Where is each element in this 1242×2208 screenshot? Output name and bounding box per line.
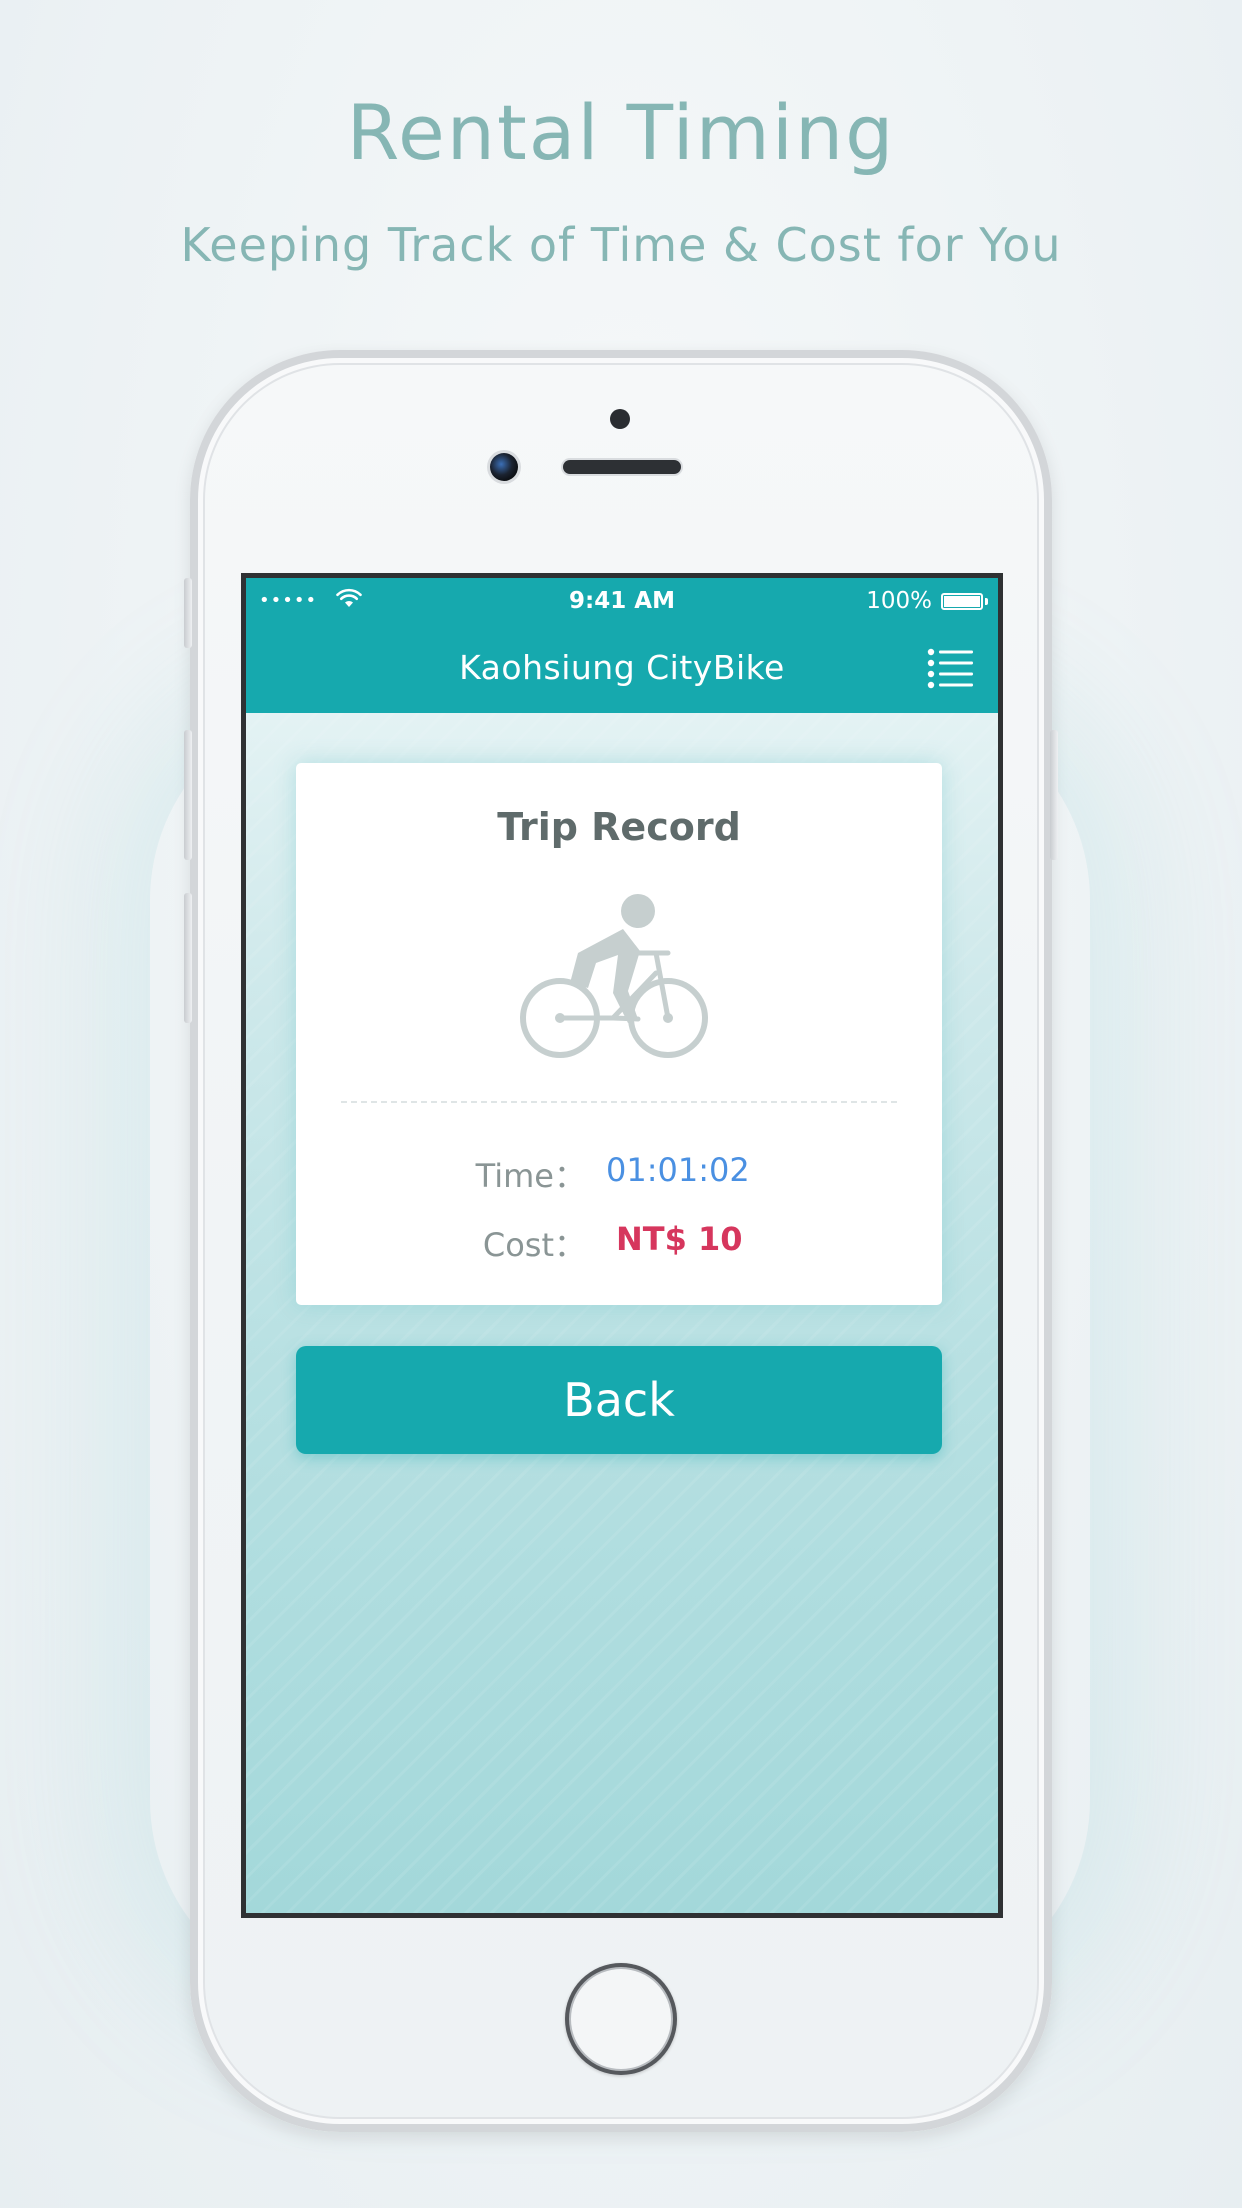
card-title: Trip Record — [497, 805, 741, 849]
app-title: Kaohsiung CityBike — [459, 648, 785, 687]
volume-up-button — [184, 730, 192, 860]
proximity-sensor — [610, 409, 630, 429]
battery-percentage: 100% — [866, 588, 932, 614]
front-camera-lens — [490, 453, 518, 481]
power-button — [1050, 730, 1058, 860]
battery-icon — [941, 593, 983, 610]
trip-record-card: Trip Record Time： 01:01:02 Cost： NT$ 10 — [296, 763, 942, 1305]
screen-background: ••••• 9:41 AM 100% Kaohsiung CityBike Tr… — [246, 578, 998, 1913]
cost-value: NT$ 10 — [616, 1220, 743, 1258]
back-button[interactable]: Back — [296, 1346, 942, 1454]
cyclist-icon — [520, 894, 708, 1058]
dashed-divider — [341, 1101, 897, 1103]
volume-down-button — [184, 893, 192, 1023]
phone-screen: ••••• 9:41 AM 100% Kaohsiung CityBike Tr… — [241, 573, 1003, 1918]
status-bar: ••••• 9:41 AM 100% — [246, 578, 998, 622]
battery-tip — [985, 598, 988, 605]
cost-label: Cost： — [482, 1226, 586, 1264]
promo-subtitle: Keeping Track of Time & Cost for You — [180, 218, 1062, 272]
time-label: Time： — [475, 1157, 586, 1195]
earpiece-speaker — [563, 460, 681, 474]
app-header: ••••• 9:41 AM 100% Kaohsiung CityBike — [246, 578, 998, 713]
list-menu-icon[interactable] — [926, 646, 976, 690]
promo-title: Rental Timing — [346, 88, 896, 177]
time-value: 01:01:02 — [606, 1151, 750, 1189]
mute-switch — [184, 578, 192, 648]
home-button — [565, 1963, 677, 2075]
